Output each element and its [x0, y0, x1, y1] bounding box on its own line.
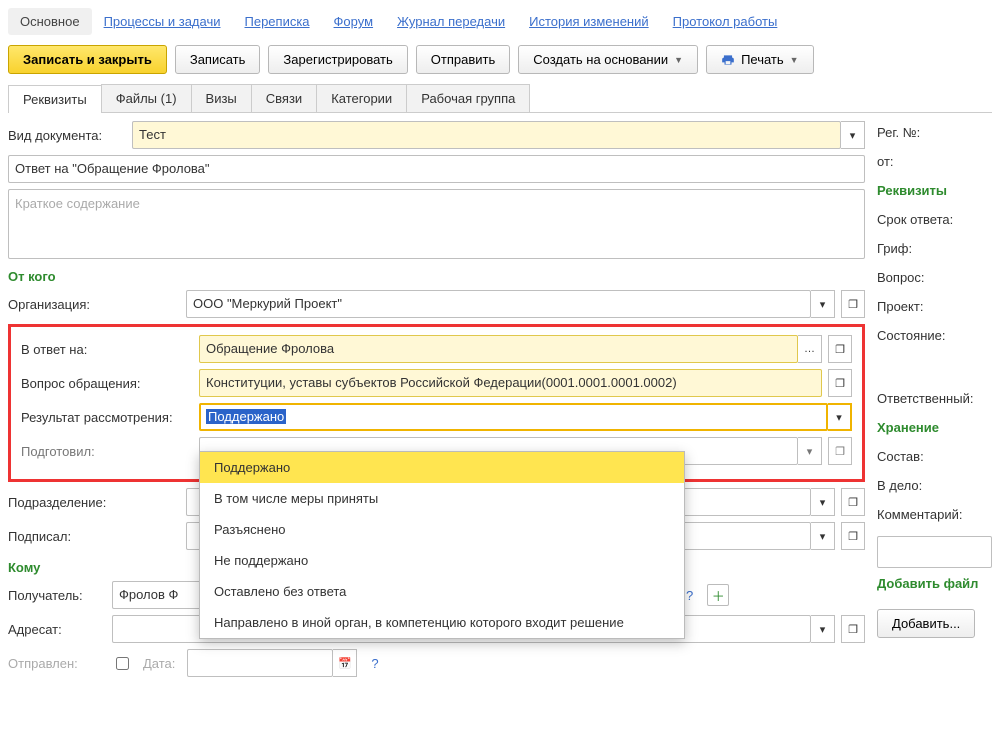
- save-close-button[interactable]: Записать и закрыть: [8, 45, 167, 74]
- question-open-button[interactable]: ❐: [828, 369, 852, 397]
- dept-label: Подразделение:: [8, 491, 178, 514]
- create-based-button[interactable]: Создать на основании ▼: [518, 45, 698, 74]
- reply-to-input[interactable]: Обращение Фролова: [199, 335, 798, 363]
- side-project: Проект:: [877, 299, 992, 314]
- result-label: Результат рассмотрения:: [21, 406, 191, 429]
- date-picker-button[interactable]: 📅: [333, 649, 357, 677]
- sent-checkbox[interactable]: [116, 657, 129, 670]
- result-selected-text: Поддержано: [206, 409, 286, 424]
- prepared-label: Подготовил:: [21, 440, 191, 463]
- nav-item-history[interactable]: История изменений: [517, 8, 661, 35]
- add-file-button[interactable]: Добавить...: [877, 609, 975, 638]
- dropdown-option[interactable]: Не поддержано: [200, 545, 684, 576]
- result-input[interactable]: Поддержано: [199, 403, 828, 431]
- prepared-dropdown-button[interactable]: ▾: [798, 437, 822, 465]
- caret-down-icon: ▼: [674, 55, 683, 65]
- tab-categories[interactable]: Категории: [316, 84, 407, 112]
- side-responsible: Ответственный:: [877, 391, 992, 406]
- dropdown-option[interactable]: В том числе меры приняты: [200, 483, 684, 514]
- nav-item-main[interactable]: Основное: [8, 8, 92, 35]
- summary-textarea[interactable]: Краткое содержание: [8, 189, 865, 259]
- side-question: Вопрос:: [877, 270, 992, 285]
- recipient-label: Получатель:: [8, 584, 104, 607]
- tab-workgroup[interactable]: Рабочая группа: [406, 84, 530, 112]
- org-input[interactable]: ООО "Меркурий Проект": [186, 290, 811, 318]
- doc-type-label: Вид документа:: [8, 124, 124, 147]
- nav-item-transfer-log[interactable]: Журнал передачи: [385, 8, 517, 35]
- tab-files[interactable]: Файлы (1): [101, 84, 192, 112]
- recipient-add-button[interactable]: ＋: [707, 584, 729, 606]
- side-panel: Рег. №: от: Реквизиты Срок ответа: Гриф:…: [877, 121, 992, 683]
- result-dropdown-button[interactable]: ▾: [828, 403, 852, 431]
- side-sostav: Состав:: [877, 449, 992, 464]
- dropdown-option[interactable]: Разъяснено: [200, 514, 684, 545]
- from-section-head: От кого: [8, 269, 865, 284]
- side-requisites-head: Реквизиты: [877, 183, 992, 198]
- subtabs: Реквизиты Файлы (1) Визы Связи Категории…: [8, 84, 992, 113]
- top-nav: Основное Процессы и задачи Переписка Фор…: [8, 8, 992, 35]
- reply-to-open-button[interactable]: ❐: [828, 335, 852, 363]
- addressee-label: Адресат:: [8, 618, 104, 641]
- side-comment: Комментарий:: [877, 507, 992, 522]
- doc-type-dropdown-button[interactable]: ▾: [841, 121, 865, 149]
- dropdown-option[interactable]: Поддержано: [200, 452, 684, 483]
- nav-item-forum[interactable]: Форум: [322, 8, 386, 35]
- caret-down-icon: ▼: [790, 55, 799, 65]
- doc-type-input[interactable]: Тест: [132, 121, 841, 149]
- side-from: от:: [877, 154, 992, 169]
- question-input[interactable]: Конституции, уставы субъектов Российской…: [199, 369, 822, 397]
- date-help-icon[interactable]: ?: [365, 656, 384, 671]
- side-storage-head: Хранение: [877, 420, 992, 435]
- toolbar: Записать и закрыть Записать Зарегистриро…: [8, 45, 992, 74]
- prepared-open-button[interactable]: ❐: [828, 437, 852, 465]
- date-input[interactable]: [187, 649, 333, 677]
- printer-icon: [721, 53, 735, 67]
- nav-item-correspondence[interactable]: Переписка: [233, 8, 322, 35]
- sent-label: Отправлен:: [8, 652, 104, 675]
- side-grif: Гриф:: [877, 241, 992, 256]
- side-reg-no: Рег. №:: [877, 125, 992, 140]
- signed-open-button[interactable]: ❐: [841, 522, 865, 550]
- save-button[interactable]: Записать: [175, 45, 261, 74]
- side-state: Состояние:: [877, 328, 992, 343]
- dropdown-option[interactable]: Направлено в иной орган, в компетенцию к…: [200, 607, 684, 638]
- dropdown-option[interactable]: Оставлено без ответа: [200, 576, 684, 607]
- org-open-button[interactable]: ❐: [841, 290, 865, 318]
- side-comment-input[interactable]: [877, 536, 992, 568]
- send-button[interactable]: Отправить: [416, 45, 510, 74]
- reply-to-select-button[interactable]: …: [798, 335, 822, 363]
- title-input[interactable]: Ответ на "Обращение Фролова": [8, 155, 865, 183]
- print-button[interactable]: Печать ▼: [706, 45, 814, 74]
- side-reply-term: Срок ответа:: [877, 212, 992, 227]
- create-based-label: Создать на основании: [533, 52, 668, 67]
- question-label: Вопрос обращения:: [21, 372, 191, 395]
- addressee-open-button[interactable]: ❐: [841, 615, 865, 643]
- addressee-dropdown-button[interactable]: ▾: [811, 615, 835, 643]
- register-button[interactable]: Зарегистрировать: [268, 45, 407, 74]
- nav-item-processes[interactable]: Процессы и задачи: [92, 8, 233, 35]
- org-label: Организация:: [8, 293, 178, 316]
- date-label: Дата:: [143, 656, 175, 671]
- side-vdelo: В дело:: [877, 478, 992, 493]
- signed-dropdown-button[interactable]: ▾: [811, 522, 835, 550]
- tab-links[interactable]: Связи: [251, 84, 317, 112]
- side-add-file-head: Добавить файл: [877, 576, 992, 591]
- result-dropdown: Поддержано В том числе меры приняты Разъ…: [199, 451, 685, 639]
- reply-to-label: В ответ на:: [21, 338, 191, 361]
- nav-item-protocol[interactable]: Протокол работы: [661, 8, 790, 35]
- tab-visas[interactable]: Визы: [191, 84, 252, 112]
- signed-label: Подписал:: [8, 525, 178, 548]
- tab-requisites[interactable]: Реквизиты: [8, 85, 102, 113]
- print-label: Печать: [741, 52, 784, 67]
- dept-open-button[interactable]: ❐: [841, 488, 865, 516]
- org-dropdown-button[interactable]: ▾: [811, 290, 835, 318]
- dept-dropdown-button[interactable]: ▾: [811, 488, 835, 516]
